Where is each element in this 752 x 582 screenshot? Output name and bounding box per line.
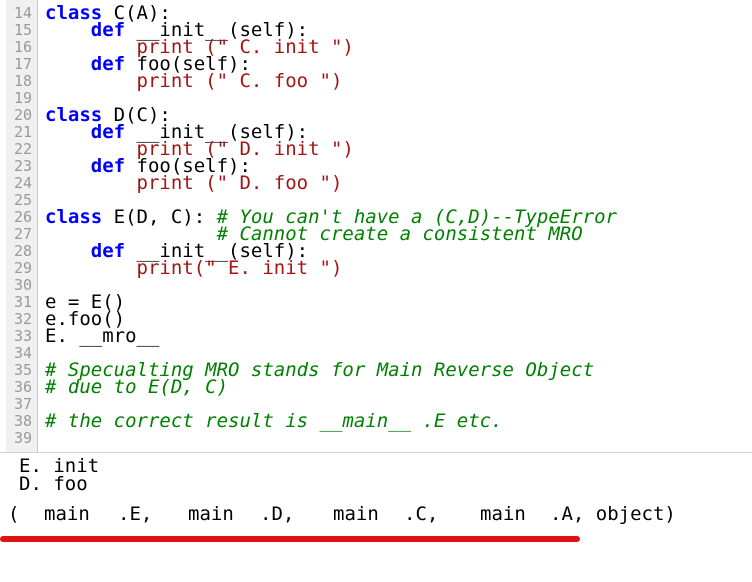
line-number: 24 [14, 174, 33, 192]
line-number: 37 [14, 395, 33, 413]
line-number: 20 [14, 106, 33, 124]
line-number: 30 [14, 276, 33, 294]
mro-item: .E, [118, 503, 153, 525]
mro-item: .D, [260, 503, 295, 525]
line-number: 32 [14, 310, 33, 328]
code-token-kw [45, 257, 137, 279]
code-token-kw [45, 70, 137, 92]
line-number: 22 [14, 140, 33, 158]
mro-open-paren: ( [8, 503, 20, 525]
code-editor[interactable]: 14 15 16 17 18 19 20 21 22 23 24 25 26 27 28 29 30 31 32 33… [0, 0, 752, 453]
line-number: 34 [14, 344, 33, 362]
red-underline-annotation [0, 536, 580, 542]
mro-item: main [480, 503, 526, 525]
line-number-gutter: 14 15 16 17 18 19 20 21 22 23 24 25 26 27 28 29 30 31 32 33… [6, 0, 38, 453]
line-number: 28 [14, 242, 33, 260]
mro-item: .A, object) [550, 503, 676, 525]
code-token-str: print (" C. foo ") [136, 70, 343, 92]
code-line: print (" C. foo ") [45, 70, 343, 92]
line-number: 31 [14, 293, 33, 311]
mro-item: main [44, 503, 90, 525]
line-number: 27 [14, 225, 33, 243]
line-number: 33 [14, 327, 33, 345]
mro-item: .C, [404, 503, 439, 525]
line-number: 15 [14, 21, 33, 39]
line-number: 35 [14, 361, 33, 379]
code-line: # the correct result is __main__ .E etc. [45, 410, 503, 432]
code-line: # due to E(D, C) [45, 376, 229, 398]
line-number: 16 [14, 38, 33, 56]
output-line-foo: D. foo [19, 473, 88, 495]
code-token-cm: # the correct result is __main__ .E etc. [45, 410, 503, 432]
line-number: 18 [14, 72, 33, 90]
code-line: print(" E. init ") [45, 257, 343, 279]
code-token-str: print (" D. foo ") [136, 172, 343, 194]
code-line: E. __mro__ [45, 325, 160, 347]
line-number: 19 [14, 89, 33, 107]
mro-item: main [188, 503, 234, 525]
line-number: 17 [14, 55, 33, 73]
line-number: 29 [14, 259, 33, 277]
line-number: 21 [14, 123, 33, 141]
line-number: 39 [14, 429, 33, 447]
line-number: 23 [14, 157, 33, 175]
line-number: 14 [14, 4, 33, 22]
code-token-name: E. __mro__ [45, 325, 160, 347]
line-number: 25 [14, 191, 33, 209]
line-number: 38 [14, 412, 33, 430]
code-token-kw [45, 172, 137, 194]
code-token-str: print(" E. init ") [136, 257, 343, 279]
code-token-cm: # due to E(D, C) [45, 376, 229, 398]
mro-item: main [333, 503, 379, 525]
output-panel: E. init D. foo ( main .E, main .D, main … [0, 453, 752, 582]
line-number: 26 [14, 208, 33, 226]
line-number: 36 [14, 378, 33, 396]
code-line: print (" D. foo ") [45, 172, 343, 194]
